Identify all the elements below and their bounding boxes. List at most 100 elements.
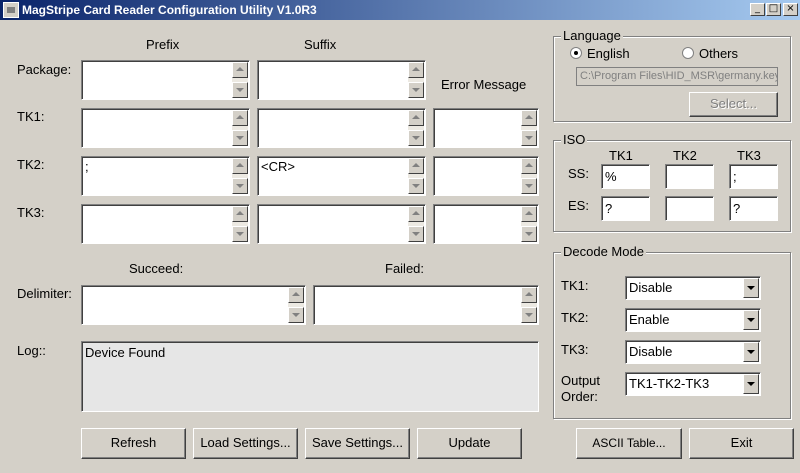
package-suffix-field[interactable] [257, 60, 426, 100]
close-button[interactable]: × [783, 3, 798, 16]
output-order-select[interactable]: TK1-TK2-TK3 [625, 372, 761, 396]
decode-tk2-value: Enable [629, 312, 670, 327]
select-file-button[interactable]: Select... [689, 92, 778, 117]
app-icon[interactable] [3, 2, 19, 18]
title-bar[interactable]: MagStripe Card Reader Configuration Util… [0, 0, 800, 20]
scroll-down-icon[interactable] [288, 307, 304, 323]
decode-tk2-select[interactable]: Enable [625, 308, 761, 332]
maximize-button[interactable]: □ [766, 3, 781, 16]
tk3-suffix-scrollbar[interactable] [408, 206, 424, 242]
tk3-suffix-field[interactable] [257, 204, 426, 244]
tk1-suffix-field[interactable] [257, 108, 426, 148]
minimize-button[interactable]: _ [750, 3, 765, 16]
decode-tk1-label: TK1: [561, 278, 589, 293]
chevron-down-icon[interactable] [743, 342, 759, 362]
update-button[interactable]: Update [417, 428, 522, 459]
scroll-down-icon[interactable] [408, 226, 424, 242]
scroll-down-icon[interactable] [521, 226, 537, 242]
decode-tk2-label: TK2: [561, 310, 589, 325]
scroll-down-icon[interactable] [408, 178, 424, 194]
delimiter-failed-field[interactable] [313, 285, 539, 325]
ss-tk3-field[interactable]: ; [729, 164, 778, 189]
scroll-down-icon[interactable] [521, 307, 537, 323]
package-suffix-scrollbar[interactable] [408, 62, 424, 98]
scroll-up-icon[interactable] [288, 287, 304, 303]
tk3-prefix-scrollbar[interactable] [232, 206, 248, 242]
exit-button[interactable]: Exit [689, 428, 794, 459]
log-text: Device Found [85, 345, 166, 360]
iso-es-label: ES: [568, 198, 589, 213]
ss-tk1-value: % [605, 169, 617, 184]
scroll-down-icon[interactable] [232, 178, 248, 194]
es-tk1-field[interactable]: ? [601, 196, 650, 221]
tk1-label: TK1: [17, 109, 45, 124]
tk1-error-field[interactable] [433, 108, 539, 148]
tk2-suffix-scrollbar[interactable] [408, 158, 424, 194]
scroll-up-icon[interactable] [232, 110, 248, 126]
tk1-suffix-scrollbar[interactable] [408, 110, 424, 146]
tk3-label: TK3: [17, 205, 45, 220]
save-settings-button[interactable]: Save Settings... [305, 428, 410, 459]
scroll-up-icon[interactable] [232, 206, 248, 222]
window-title: MagStripe Card Reader Configuration Util… [22, 3, 317, 17]
scroll-up-icon[interactable] [521, 206, 537, 222]
chevron-down-icon[interactable] [743, 278, 759, 298]
english-radio[interactable] [570, 47, 582, 59]
decode-tk3-select[interactable]: Disable [625, 340, 761, 364]
es-tk1-value: ? [605, 201, 613, 216]
scroll-up-icon[interactable] [408, 110, 424, 126]
suffix-header: Suffix [304, 37, 337, 52]
tk1-prefix-scrollbar[interactable] [232, 110, 248, 146]
delimiter-succeed-field[interactable] [81, 285, 306, 325]
ss-tk3-value: ; [733, 169, 737, 184]
ss-tk1-field[interactable]: % [601, 164, 650, 189]
others-label[interactable]: Others [699, 46, 738, 61]
scroll-up-icon[interactable] [232, 62, 248, 78]
english-label[interactable]: English [587, 46, 630, 61]
scroll-down-icon[interactable] [232, 130, 248, 146]
iso-ss-label: SS: [568, 166, 589, 181]
ascii-table-button[interactable]: ASCII Table... [576, 428, 682, 459]
tk3-error-scrollbar[interactable] [521, 206, 537, 242]
tk1-prefix-field[interactable] [81, 108, 250, 148]
refresh-button[interactable]: Refresh [81, 428, 186, 459]
es-tk3-field[interactable]: ? [729, 196, 778, 221]
output-order-label-line2: Order: [561, 389, 598, 404]
tk2-error-scrollbar[interactable] [521, 158, 537, 194]
decode-tk1-select[interactable]: Disable [625, 276, 761, 300]
scroll-up-icon[interactable] [521, 287, 537, 303]
log-area[interactable]: Device Found [81, 341, 539, 412]
chevron-down-icon[interactable] [743, 310, 759, 330]
scroll-down-icon[interactable] [232, 226, 248, 242]
delimiter-succeed-scrollbar[interactable] [288, 287, 304, 323]
prefix-header: Prefix [146, 37, 180, 52]
scroll-up-icon[interactable] [232, 158, 248, 174]
chevron-down-icon[interactable] [743, 374, 759, 394]
scroll-up-icon[interactable] [521, 110, 537, 126]
scroll-down-icon[interactable] [521, 178, 537, 194]
scroll-down-icon[interactable] [408, 82, 424, 98]
tk3-prefix-field[interactable] [81, 204, 250, 244]
scroll-up-icon[interactable] [521, 158, 537, 174]
package-label: Package: [17, 62, 72, 77]
scroll-down-icon[interactable] [408, 130, 424, 146]
decode-mode-legend: Decode Mode [561, 244, 646, 259]
load-settings-button[interactable]: Load Settings... [193, 428, 298, 459]
scroll-up-icon[interactable] [408, 158, 424, 174]
scroll-up-icon[interactable] [408, 206, 424, 222]
tk1-error-scrollbar[interactable] [521, 110, 537, 146]
scroll-down-icon[interactable] [521, 130, 537, 146]
tk2-suffix-field[interactable]: <CR> [257, 156, 426, 196]
ss-tk2-field[interactable] [665, 164, 714, 189]
tk2-prefix-scrollbar[interactable] [232, 158, 248, 194]
delimiter-failed-scrollbar[interactable] [521, 287, 537, 323]
tk3-error-field[interactable] [433, 204, 539, 244]
es-tk2-field[interactable] [665, 196, 714, 221]
package-prefix-field[interactable] [81, 60, 250, 100]
scroll-down-icon[interactable] [232, 82, 248, 98]
others-radio[interactable] [682, 47, 694, 59]
tk2-error-field[interactable] [433, 156, 539, 196]
package-prefix-scrollbar[interactable] [232, 62, 248, 98]
scroll-up-icon[interactable] [408, 62, 424, 78]
tk2-prefix-field[interactable]: ; [81, 156, 250, 196]
